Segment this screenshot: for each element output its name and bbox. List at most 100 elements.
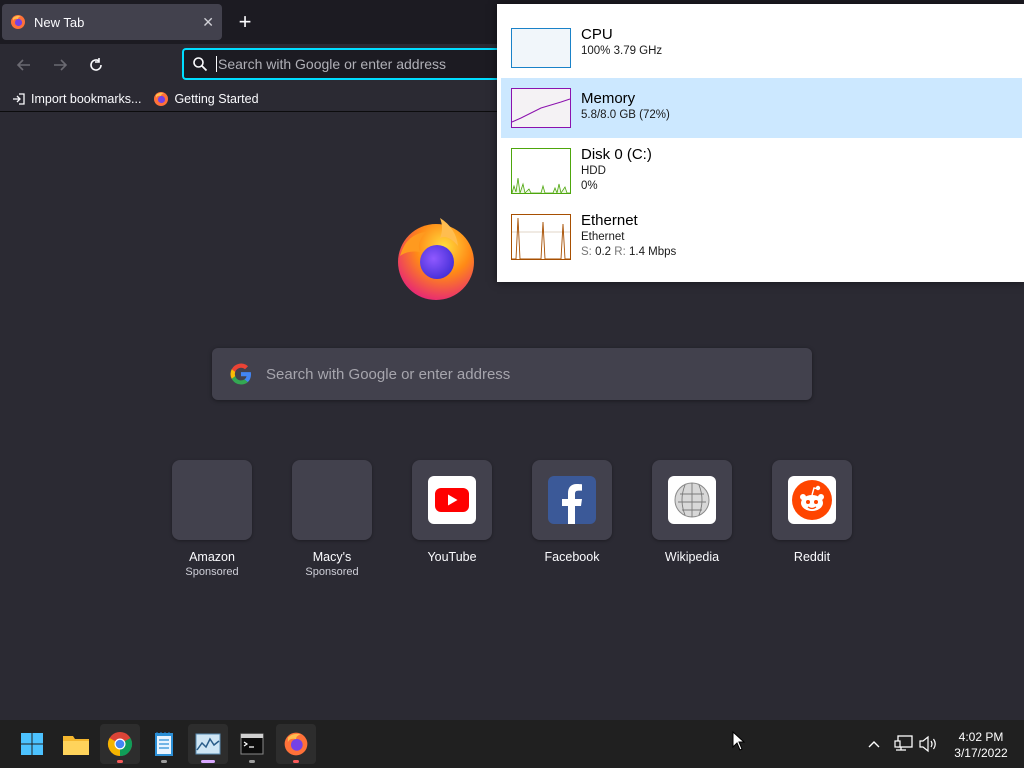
- firefox-icon: [11, 15, 25, 29]
- firefox-logo-icon: [398, 218, 474, 300]
- perf-item-detail-2: S: 0.2 R: 1.4 Mbps: [581, 246, 676, 258]
- top-site-tile[interactable]: [772, 460, 852, 540]
- top-site-tile[interactable]: [652, 460, 732, 540]
- bookmark-getting-started[interactable]: Getting Started: [153, 91, 259, 107]
- receive-label: R:: [614, 246, 626, 258]
- perf-item-detail: 5.8/8.0 GB (72%): [581, 109, 670, 121]
- top-site-label: Reddit: [793, 550, 831, 564]
- top-site-tile[interactable]: [412, 460, 492, 540]
- taskbar-terminal[interactable]: [232, 724, 272, 764]
- perf-item-disk[interactable]: Disk 0 (C:) HDD 0%: [501, 144, 1022, 204]
- reload-icon: [90, 58, 102, 71]
- top-site-wikipedia[interactable]: Wikipedia: [652, 460, 732, 564]
- perf-item-detail: 100% 3.79 GHz: [581, 45, 663, 57]
- network-button[interactable]: [894, 720, 914, 768]
- show-hidden-icons-button[interactable]: [866, 720, 882, 768]
- top-sites: Amazon Sponsored Macy's Sponsored YouTub…: [172, 460, 872, 590]
- mouse-cursor-icon: [732, 731, 746, 751]
- reload-button[interactable]: [82, 52, 110, 78]
- perf-item-detail: Ethernet: [581, 231, 625, 243]
- facebook-icon: [548, 476, 596, 524]
- firefox-icon: [154, 91, 169, 106]
- receive-value: 1.4 Mbps: [628, 246, 677, 258]
- notepad-icon: [155, 732, 173, 756]
- back-button[interactable]: [10, 52, 38, 78]
- running-indicator: [201, 760, 215, 763]
- sponsored-label: Sponsored: [305, 566, 359, 578]
- arrow-left-icon: [16, 59, 30, 71]
- disk-graph: [511, 148, 571, 194]
- forward-button[interactable]: [46, 52, 74, 78]
- import-icon: [13, 92, 25, 105]
- taskbar-firefox[interactable]: [276, 724, 316, 764]
- taskbar-task-manager[interactable]: [188, 724, 228, 764]
- running-indicator: [117, 760, 123, 763]
- top-site-label: Wikipedia: [664, 550, 720, 564]
- tab-new-tab[interactable]: New Tab ✕: [2, 4, 222, 40]
- taskbar-clock[interactable]: 4:02 PM 3/17/2022: [946, 729, 1016, 761]
- search-icon: [193, 57, 208, 72]
- top-site-label: Facebook: [544, 550, 600, 564]
- start-button[interactable]: [12, 724, 52, 764]
- volume-button[interactable]: [918, 720, 938, 768]
- perf-item-name: Memory: [581, 90, 636, 107]
- chevron-up-icon: [868, 741, 880, 748]
- url-input[interactable]: [218, 56, 498, 72]
- top-site-amazon[interactable]: Amazon Sponsored: [172, 460, 252, 578]
- top-site-label: Amazon: [189, 550, 235, 564]
- newtab-search-box[interactable]: Search with Google or enter address: [212, 348, 812, 400]
- newtab-search-placeholder: Search with Google or enter address: [266, 365, 511, 383]
- clock-date: 3/17/2022: [954, 746, 1008, 760]
- running-indicator: [293, 760, 299, 763]
- bookmark-label: Getting Started: [174, 91, 259, 106]
- windows-icon: [21, 733, 43, 755]
- top-site-tile[interactable]: [532, 460, 612, 540]
- new-tab-button[interactable]: +: [232, 8, 258, 36]
- top-site-tile[interactable]: [292, 460, 372, 540]
- reddit-icon: [788, 476, 836, 524]
- tab-title: New Tab: [34, 14, 85, 30]
- perf-item-cpu[interactable]: CPU 100% 3.79 GHz: [501, 20, 1022, 80]
- performance-sidebar: CPU 100% 3.79 GHz Memory 5.8/8.0 GB (72%…: [497, 4, 1024, 282]
- top-site-facebook[interactable]: Facebook: [532, 460, 612, 564]
- url-bar[interactable]: [182, 48, 512, 80]
- taskbar-file-explorer[interactable]: [56, 724, 96, 764]
- firefox-icon: [284, 732, 308, 756]
- perf-item-detail-2: 0%: [581, 180, 598, 192]
- close-tab-icon[interactable]: ✕: [202, 14, 214, 31]
- volume-icon: [919, 735, 936, 753]
- top-site-label: YouTube: [427, 550, 477, 564]
- perf-item-name: CPU: [581, 26, 613, 43]
- top-site-label: Macy's: [312, 550, 352, 564]
- bookmark-import[interactable]: Import bookmarks...: [12, 92, 141, 106]
- youtube-icon: [428, 476, 476, 524]
- send-value: 0.2: [595, 246, 612, 258]
- memory-graph: [511, 88, 571, 128]
- network-icon: [894, 735, 913, 751]
- taskbar: 4:02 PM 3/17/2022: [0, 720, 1024, 768]
- clock-time: 4:02 PM: [958, 730, 1004, 744]
- running-indicator: [249, 760, 255, 763]
- running-indicator: [161, 760, 167, 763]
- top-site-reddit[interactable]: Reddit: [772, 460, 852, 564]
- taskbar-chrome[interactable]: [100, 724, 140, 764]
- chrome-icon: [107, 732, 133, 756]
- cpu-graph: [511, 28, 571, 68]
- terminal-icon: [240, 733, 264, 755]
- ethernet-graph: [511, 214, 571, 260]
- perf-item-detail: HDD: [581, 165, 606, 177]
- arrow-right-icon: [54, 59, 68, 71]
- taskbar-notepad[interactable]: [144, 724, 184, 764]
- perf-item-ethernet[interactable]: Ethernet Ethernet S: 0.2 R: 1.4 Mbps: [501, 210, 1022, 270]
- top-site-tile[interactable]: [172, 460, 252, 540]
- task-manager-icon: [195, 733, 221, 755]
- text-caret: [216, 56, 217, 72]
- perf-item-memory[interactable]: Memory 5.8/8.0 GB (72%): [501, 78, 1022, 138]
- bookmark-label: Import bookmarks...: [31, 91, 142, 106]
- google-icon: [230, 363, 251, 385]
- perf-item-name: Disk 0 (C:): [581, 146, 652, 163]
- wikipedia-icon: [668, 476, 716, 524]
- sponsored-label: Sponsored: [185, 566, 239, 578]
- top-site-macys[interactable]: Macy's Sponsored: [292, 460, 372, 578]
- top-site-youtube[interactable]: YouTube: [412, 460, 492, 564]
